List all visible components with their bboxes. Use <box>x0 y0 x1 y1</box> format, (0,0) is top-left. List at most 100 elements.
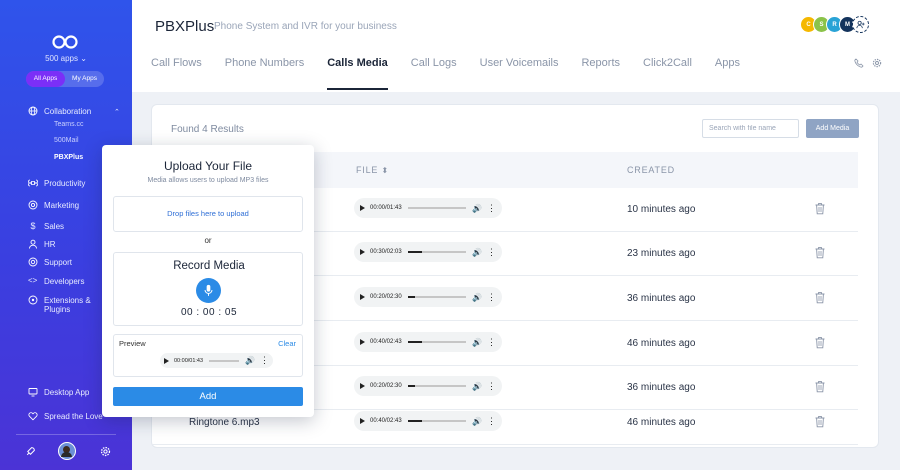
seek-bar[interactable] <box>407 296 467 298</box>
seek-bar[interactable] <box>407 207 467 209</box>
team-avatars[interactable]: CSRM <box>800 16 869 33</box>
sidebar-item-developers[interactable]: <> Developers <box>28 276 84 286</box>
record-timer: 00 : 00 : 05 <box>180 307 238 318</box>
created-time: 36 minutes ago <box>627 382 696 393</box>
sidebar-sub-teams[interactable]: Teams.cc <box>54 121 84 128</box>
modal-subtitle: Media allows users to upload MP3 files <box>147 177 269 184</box>
tab-calls-media[interactable]: Calls Media <box>327 57 388 90</box>
seek-bar[interactable] <box>407 341 467 343</box>
sidebar-item-marketing[interactable]: Marketing <box>28 200 79 210</box>
preview-panel: Preview Clear 00:00/01:43 🔊 ⋮ <box>113 334 303 377</box>
more-options-icon[interactable]: ⋮ <box>487 337 496 347</box>
dollar-icon: $ <box>30 221 36 231</box>
play-icon[interactable] <box>360 383 365 389</box>
more-options-icon[interactable]: ⋮ <box>487 381 496 391</box>
sidebar-item-support[interactable]: Support <box>28 257 72 267</box>
audio-player[interactable]: 00:20/02:30 🔊 ⋮ <box>354 287 502 307</box>
sidebar-item-productivity[interactable]: Productivity <box>28 178 85 188</box>
player-time: 00:20/02:30 <box>370 383 402 389</box>
column-file[interactable]: FILE ⬍ <box>356 165 389 175</box>
trash-icon[interactable] <box>814 246 826 259</box>
audio-player[interactable]: 00:00/01:43 🔊 ⋮ <box>354 198 502 218</box>
settings-gear-icon[interactable] <box>872 58 882 68</box>
more-options-icon[interactable]: ⋮ <box>487 416 496 426</box>
sidebar-item-hr[interactable]: HR <box>28 239 56 249</box>
my-apps-button[interactable]: My Apps <box>65 71 104 87</box>
monitor-icon <box>28 388 38 397</box>
sidebar-item-desktop-app[interactable]: Desktop App <box>28 387 89 397</box>
file-name: Ringtone 6.mp3 <box>189 417 260 428</box>
sidebar-item-label: Support <box>44 257 73 267</box>
play-icon[interactable] <box>360 418 365 424</box>
volume-icon[interactable]: 🔊 <box>472 204 482 213</box>
more-options-icon[interactable]: ⋮ <box>487 203 496 213</box>
volume-icon[interactable]: 🔊 <box>472 382 482 391</box>
sidebar-item-collaboration[interactable]: Collaboration <box>28 106 91 116</box>
trash-icon[interactable] <box>814 415 826 428</box>
tab-reports[interactable]: Reports <box>581 57 620 90</box>
preview-audio-player[interactable]: 00:00/01:43 🔊 ⋮ <box>160 353 273 368</box>
gear-icon[interactable] <box>100 446 111 457</box>
seek-bar[interactable] <box>209 359 240 362</box>
play-icon[interactable] <box>164 357 169 364</box>
user-icon <box>29 239 37 249</box>
trash-icon[interactable] <box>814 380 826 393</box>
volume-icon[interactable]: 🔊 <box>472 417 482 426</box>
clear-button[interactable]: Clear <box>278 339 296 348</box>
play-icon[interactable] <box>360 205 365 211</box>
tab-call-flows[interactable]: Call Flows <box>151 57 202 90</box>
add-member-icon[interactable] <box>852 16 869 33</box>
sidebar-item-label: Collaboration <box>44 106 92 116</box>
rocket-icon[interactable] <box>25 446 36 457</box>
more-options-icon[interactable]: ⋮ <box>487 292 496 302</box>
sidebar-sub-500mail[interactable]: 500Mail <box>54 137 79 144</box>
audio-player[interactable]: 00:40/02:43 🔊 ⋮ <box>354 411 502 431</box>
trash-icon[interactable] <box>814 291 826 304</box>
volume-icon[interactable]: 🔊 <box>472 338 482 347</box>
tab-click2call[interactable]: Click2Call <box>643 57 692 90</box>
record-title: Record Media <box>173 260 245 272</box>
main-tabs: Call Flows Phone Numbers Calls Media Cal… <box>151 57 763 90</box>
app-title: PBXPlus <box>155 18 215 35</box>
code-icon: <> <box>28 276 38 285</box>
search-input[interactable] <box>702 119 799 138</box>
tab-call-logs[interactable]: Call Logs <box>411 57 457 90</box>
play-icon[interactable] <box>360 249 365 255</box>
seek-bar[interactable] <box>407 251 467 253</box>
volume-icon[interactable]: 🔊 <box>472 248 482 257</box>
add-media-button[interactable]: Add Media <box>806 119 859 138</box>
trash-icon[interactable] <box>814 202 826 215</box>
tab-phone-numbers[interactable]: Phone Numbers <box>225 57 305 90</box>
sidebar-sub-pbxplus[interactable]: PBXPlus <box>54 154 83 161</box>
infinity-logo-icon[interactable] <box>52 34 78 50</box>
more-options-icon[interactable]: ⋮ <box>487 247 496 257</box>
audio-player[interactable]: 00:20/02:30 🔊 ⋮ <box>354 376 502 396</box>
sidebar-item-sales[interactable]: $ Sales <box>28 221 64 231</box>
phone-icon[interactable] <box>854 58 864 68</box>
apps-count-label: 500 apps <box>45 54 78 63</box>
trash-icon[interactable] <box>814 336 826 349</box>
add-button[interactable]: Add <box>113 387 303 406</box>
all-apps-button[interactable]: All Apps <box>26 71 65 87</box>
seek-bar[interactable] <box>407 385 467 387</box>
tab-apps[interactable]: Apps <box>715 57 740 90</box>
sidebar-item-label: Extensions & <box>44 295 91 305</box>
audio-player[interactable]: 00:30/02:03 🔊 ⋮ <box>354 242 502 262</box>
sidebar-item-extensions[interactable]: Extensions & <box>28 295 91 305</box>
tab-user-voicemails[interactable]: User Voicemails <box>480 57 559 90</box>
volume-icon[interactable]: 🔊 <box>472 293 482 302</box>
play-icon[interactable] <box>360 294 365 300</box>
play-icon[interactable] <box>360 339 365 345</box>
apps-count[interactable]: 500 apps ⌄ <box>0 54 132 63</box>
sidebar-item-spread-love[interactable]: Spread the Love <box>28 411 103 421</box>
volume-icon[interactable]: 🔊 <box>245 356 255 365</box>
sort-icon: ⬍ <box>381 166 390 175</box>
player-time: 00:40/02:43 <box>370 418 402 424</box>
record-button[interactable] <box>196 278 221 303</box>
more-options-icon[interactable]: ⋮ <box>260 356 269 365</box>
chevron-up-icon[interactable]: ⌃ <box>114 108 120 116</box>
audio-player[interactable]: 00:40/02:43 🔊 ⋮ <box>354 332 502 352</box>
avatar[interactable] <box>58 442 76 460</box>
drop-zone[interactable]: Drop files here to upload <box>113 196 303 232</box>
seek-bar[interactable] <box>407 420 467 422</box>
